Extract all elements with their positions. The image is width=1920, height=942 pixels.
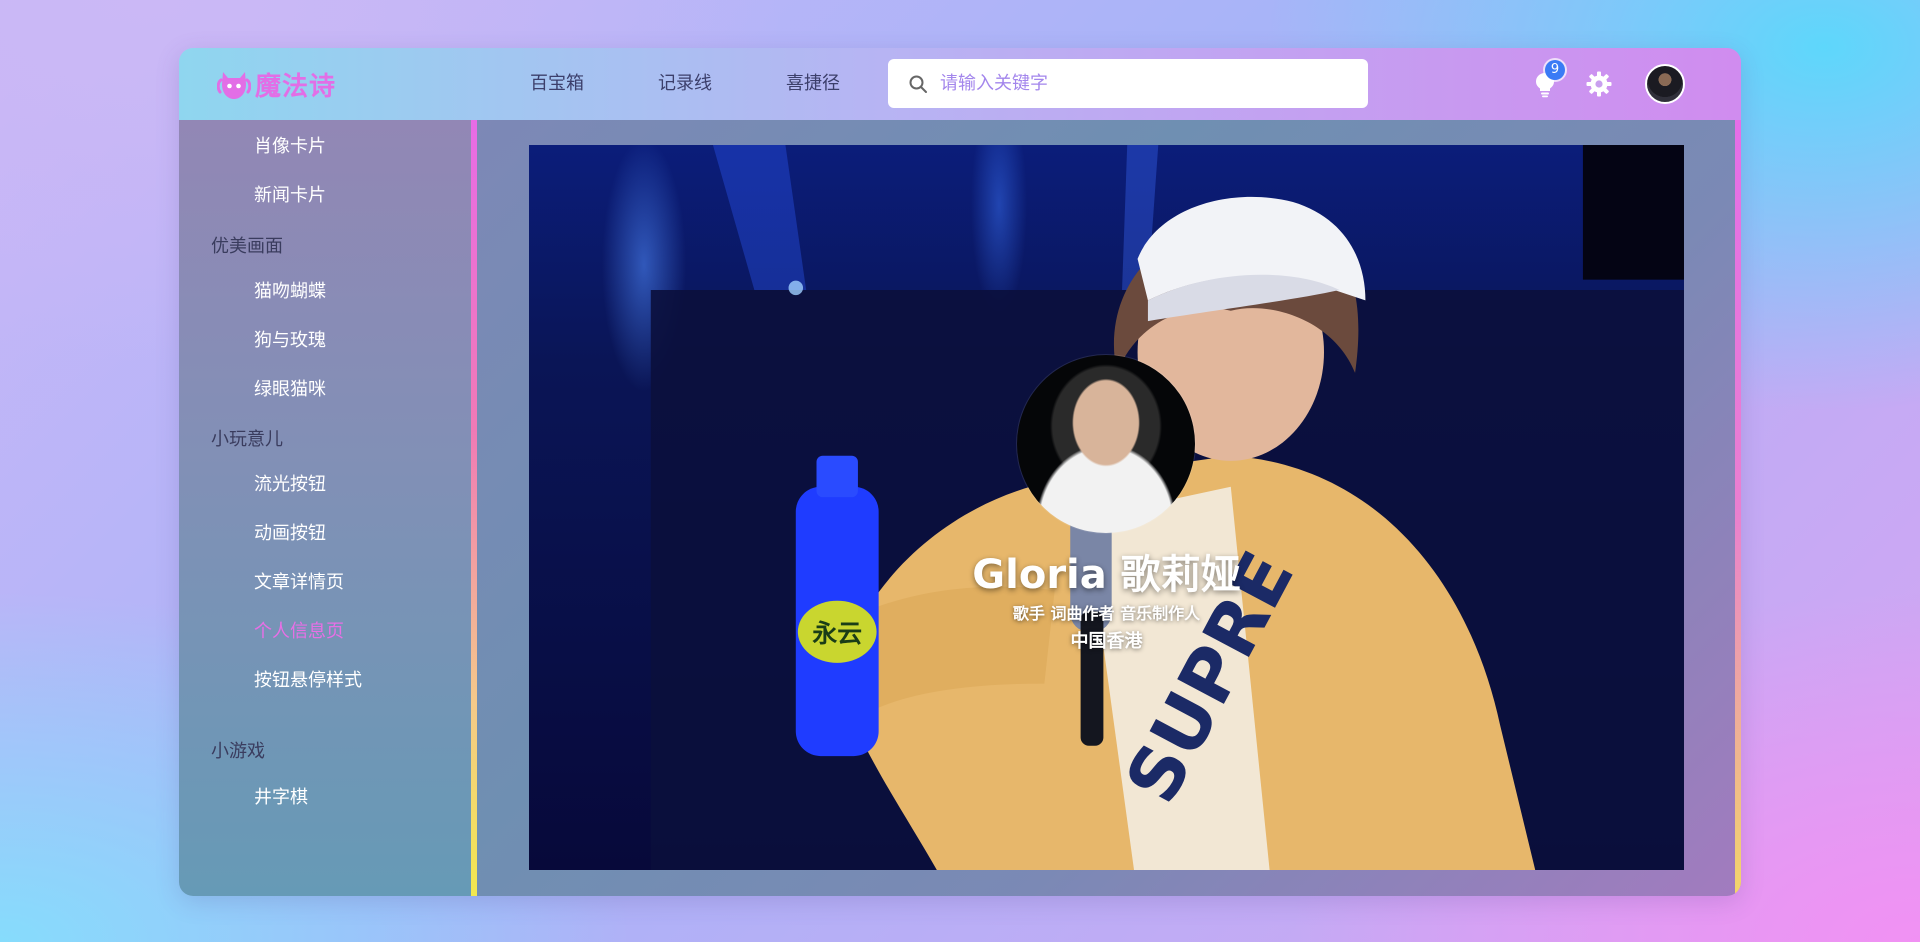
nav-item-treasure-box[interactable]: 百宝箱: [493, 70, 621, 98]
sidebar-group-mini-games[interactable]: 小游戏: [211, 737, 265, 763]
sidebar-item-cat-kiss-butterfly[interactable]: 猫吻蝴蝶: [254, 277, 326, 303]
top-header: 魔法诗 百宝箱 记录线 喜捷径 9: [179, 48, 1741, 120]
logo-text: 魔法诗: [255, 71, 337, 102]
cat-logo-icon: [217, 72, 251, 99]
nav-item-shortcuts[interactable]: 喜捷径: [749, 70, 877, 98]
sidebar-group-beautiful-scenes[interactable]: 优美画面: [211, 232, 283, 258]
sidebar-item-tic-tac-toe[interactable]: 井字棋: [254, 783, 308, 809]
search-icon: [909, 75, 927, 93]
top-nav: 百宝箱 记录线 喜捷径: [493, 70, 877, 98]
sidebar-item-glow-button[interactable]: 流光按钮: [254, 470, 326, 496]
profile-roles: 歌手 词曲作者 音乐制作人: [1012, 604, 1201, 623]
notification-button[interactable]: 9: [1531, 60, 1565, 98]
search-box: [888, 59, 1368, 108]
profile-location: 中国香港: [1070, 631, 1143, 652]
logo[interactable]: 魔法诗: [217, 66, 336, 102]
user-avatar[interactable]: [1645, 64, 1685, 104]
right-accent-bar: [1735, 120, 1741, 896]
nav-item-timeline[interactable]: 记录线: [621, 70, 749, 98]
sidebar: 肖像卡片 新闻卡片 优美画面 猫吻蝴蝶 狗与玫瑰 绿眼猫咪 小玩意儿 流光按钮 …: [179, 120, 475, 896]
profile-hero-image: SUPRE 永云 Gloria 歌莉娅 歌手 词曲作者 音乐制作人 中国香港: [529, 145, 1684, 870]
notification-badge: 9: [1545, 60, 1565, 80]
sidebar-item-article-detail[interactable]: 文章详情页: [254, 568, 344, 594]
header-actions: 9: [1531, 60, 1685, 104]
gear-icon[interactable]: [1585, 70, 1613, 98]
sidebar-item-button-hover[interactable]: 按钮悬停样式: [254, 666, 362, 692]
sidebar-item-news-card[interactable]: 新闻卡片: [254, 181, 326, 207]
profile-avatar[interactable]: [1017, 355, 1195, 533]
search-input[interactable]: [938, 72, 1342, 95]
sidebar-item-dog-and-rose[interactable]: 狗与玫瑰: [254, 326, 326, 352]
sidebar-item-animated-button[interactable]: 动画按钮: [254, 519, 326, 545]
sidebar-item-portrait-card[interactable]: 肖像卡片: [254, 132, 326, 158]
profile-name: Gloria 歌莉娅: [972, 552, 1241, 598]
sidebar-group-gadgets[interactable]: 小玩意儿: [211, 425, 283, 451]
sidebar-item-green-eyed-cat[interactable]: 绿眼猫咪: [254, 375, 326, 401]
sidebar-item-profile-page[interactable]: 个人信息页: [254, 617, 344, 643]
